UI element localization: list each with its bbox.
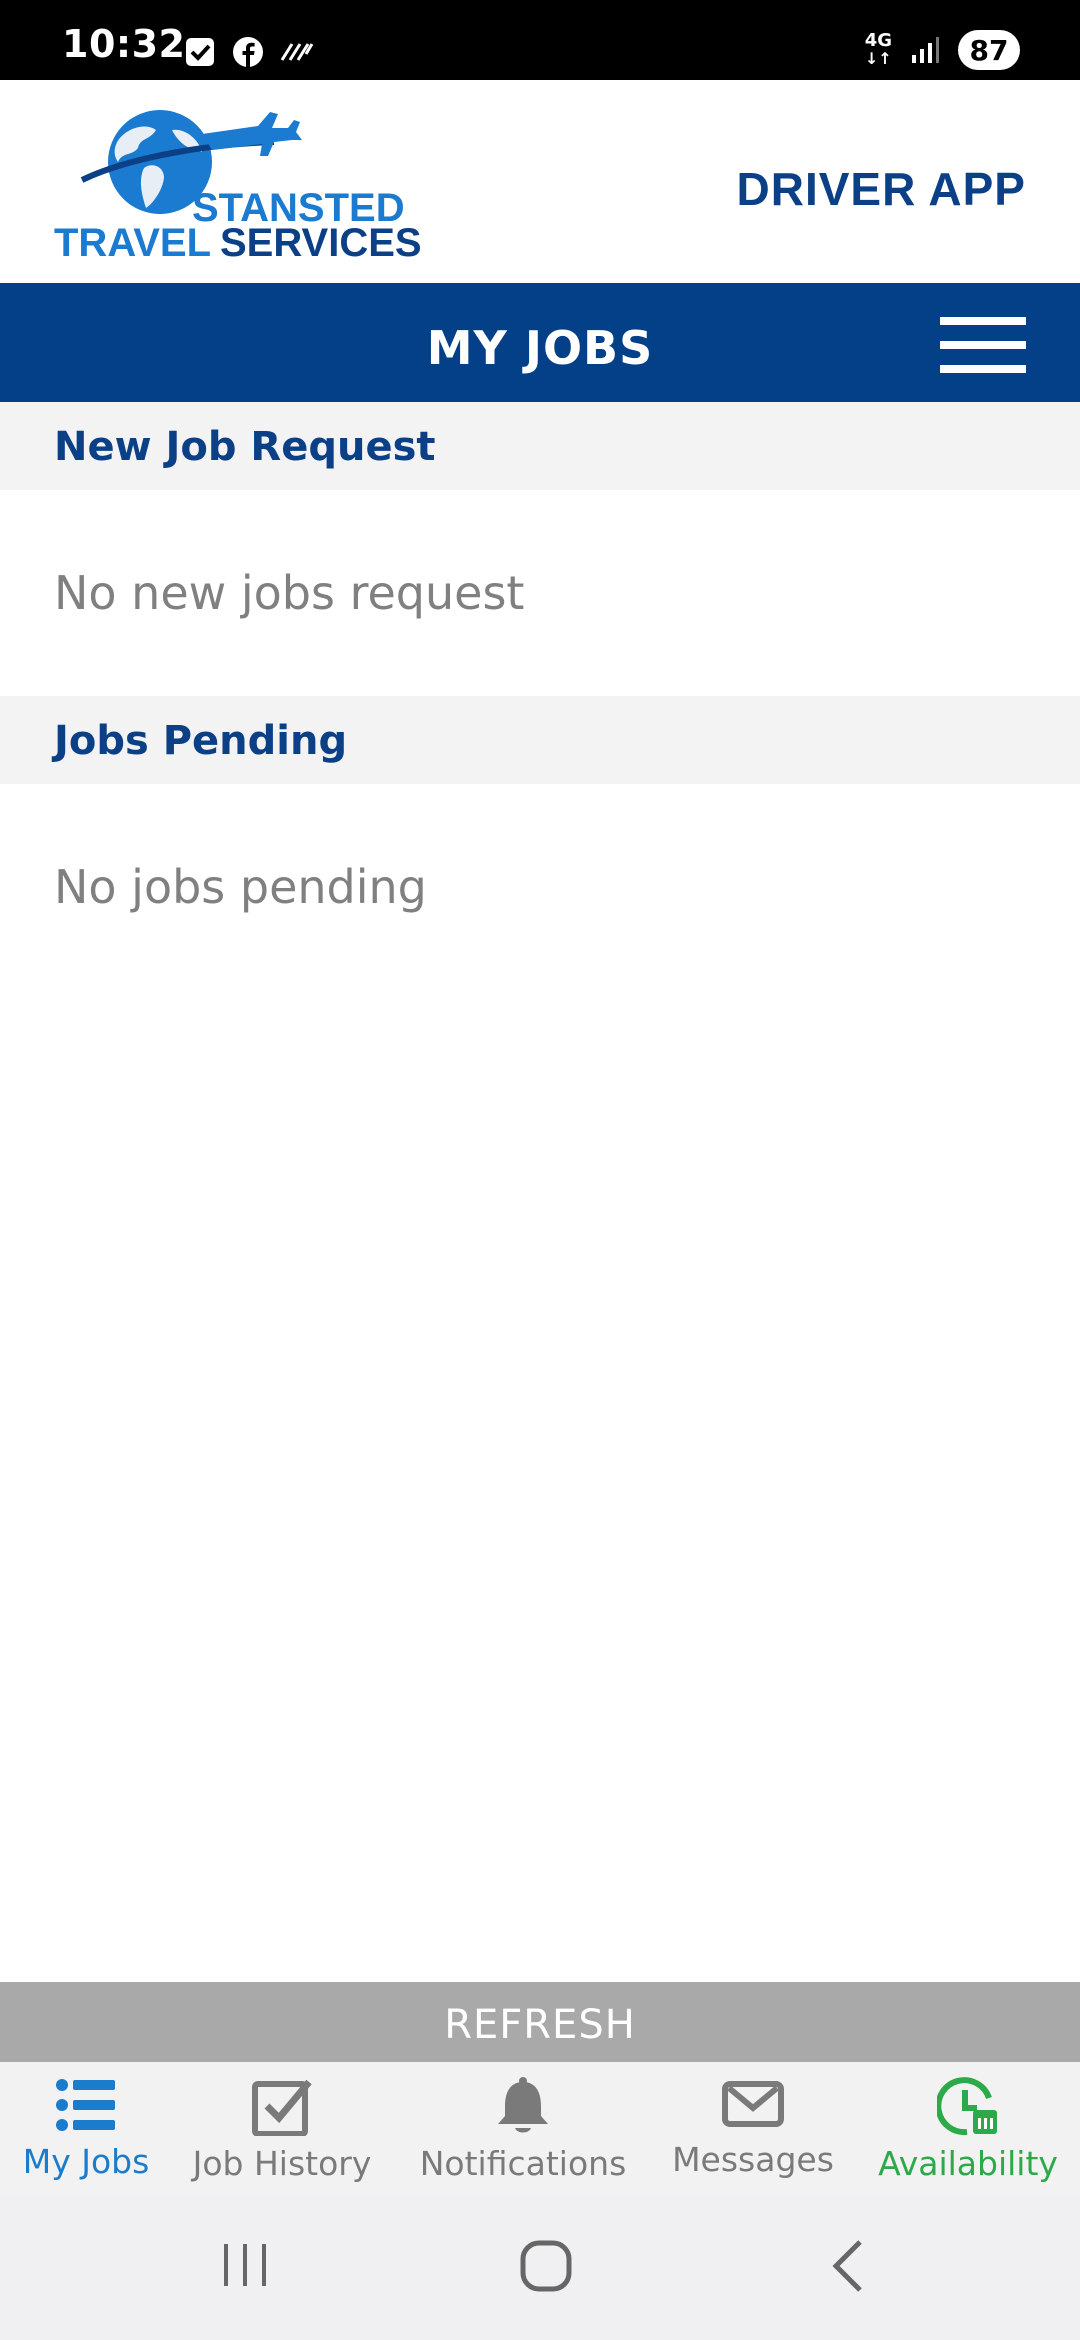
nav-label: Job History <box>192 2144 372 2183</box>
status-bar: 10:32 4G ↓↑ 87 <box>0 0 1080 80</box>
driver-app-label: DRIVER APP <box>736 163 1026 215</box>
logo-text-travel: TRAVEL <box>54 221 211 264</box>
nav-availability[interactable]: Availability <box>878 2076 1058 2183</box>
list-icon <box>56 2079 115 2131</box>
clock-calendar-icon <box>937 2077 997 2136</box>
nav-label: My Jobs <box>22 2142 150 2181</box>
jobs-pending-heading: Jobs Pending <box>54 718 348 764</box>
refresh-button[interactable]: REFRESH <box>0 1982 1080 2062</box>
facebook-icon <box>233 37 263 67</box>
nav-label: Notifications <box>419 2144 627 2183</box>
nav-notifications[interactable]: Notifications <box>418 2076 628 2183</box>
recent-apps-icon[interactable] <box>218 2238 272 2292</box>
envelope-icon <box>722 2081 784 2127</box>
checkbox-icon <box>252 2079 312 2136</box>
jobs-pending-header: Jobs Pending <box>0 696 1080 784</box>
new-job-request-heading: New Job Request <box>54 424 436 470</box>
bell-icon <box>498 2077 548 2133</box>
company-logo: STANSTED TRAVEL SERVICES <box>54 110 422 264</box>
back-icon[interactable] <box>826 2238 870 2294</box>
app-header: STANSTED TRAVEL SERVICES DRIVER APP <box>0 80 1080 283</box>
battery-indicator: 87 <box>958 30 1020 70</box>
nav-label: Messages <box>672 2140 834 2179</box>
nav-messages[interactable]: Messages <box>668 2076 838 2179</box>
page-title: MY JOBS <box>426 321 654 375</box>
signal-icon <box>912 37 939 63</box>
network-indicator: 4G ↓↑ <box>864 30 892 68</box>
jobs-pending-empty-message: No jobs pending <box>54 860 427 914</box>
system-navigation-bar <box>0 2194 1080 2340</box>
bottom-navigation: My Jobs Job History Notifications Messag… <box>0 2062 1080 2194</box>
nav-job-history[interactable]: Job History <box>192 2076 372 2183</box>
nav-label: Availability <box>878 2144 1058 2183</box>
status-time: 10:32 <box>62 22 186 66</box>
logo-text-services: SERVICES <box>220 221 422 264</box>
home-icon[interactable] <box>518 2238 574 2294</box>
title-bar: MY JOBS <box>0 283 1080 402</box>
data-saver-icon <box>280 43 314 61</box>
nav-my-jobs[interactable]: My Jobs <box>16 2076 156 2181</box>
checkbox-notification-icon <box>186 38 214 66</box>
new-job-request-header: New Job Request <box>0 402 1080 490</box>
new-jobs-empty-message: No new jobs request <box>54 566 525 620</box>
hamburger-menu-icon[interactable] <box>940 317 1026 373</box>
